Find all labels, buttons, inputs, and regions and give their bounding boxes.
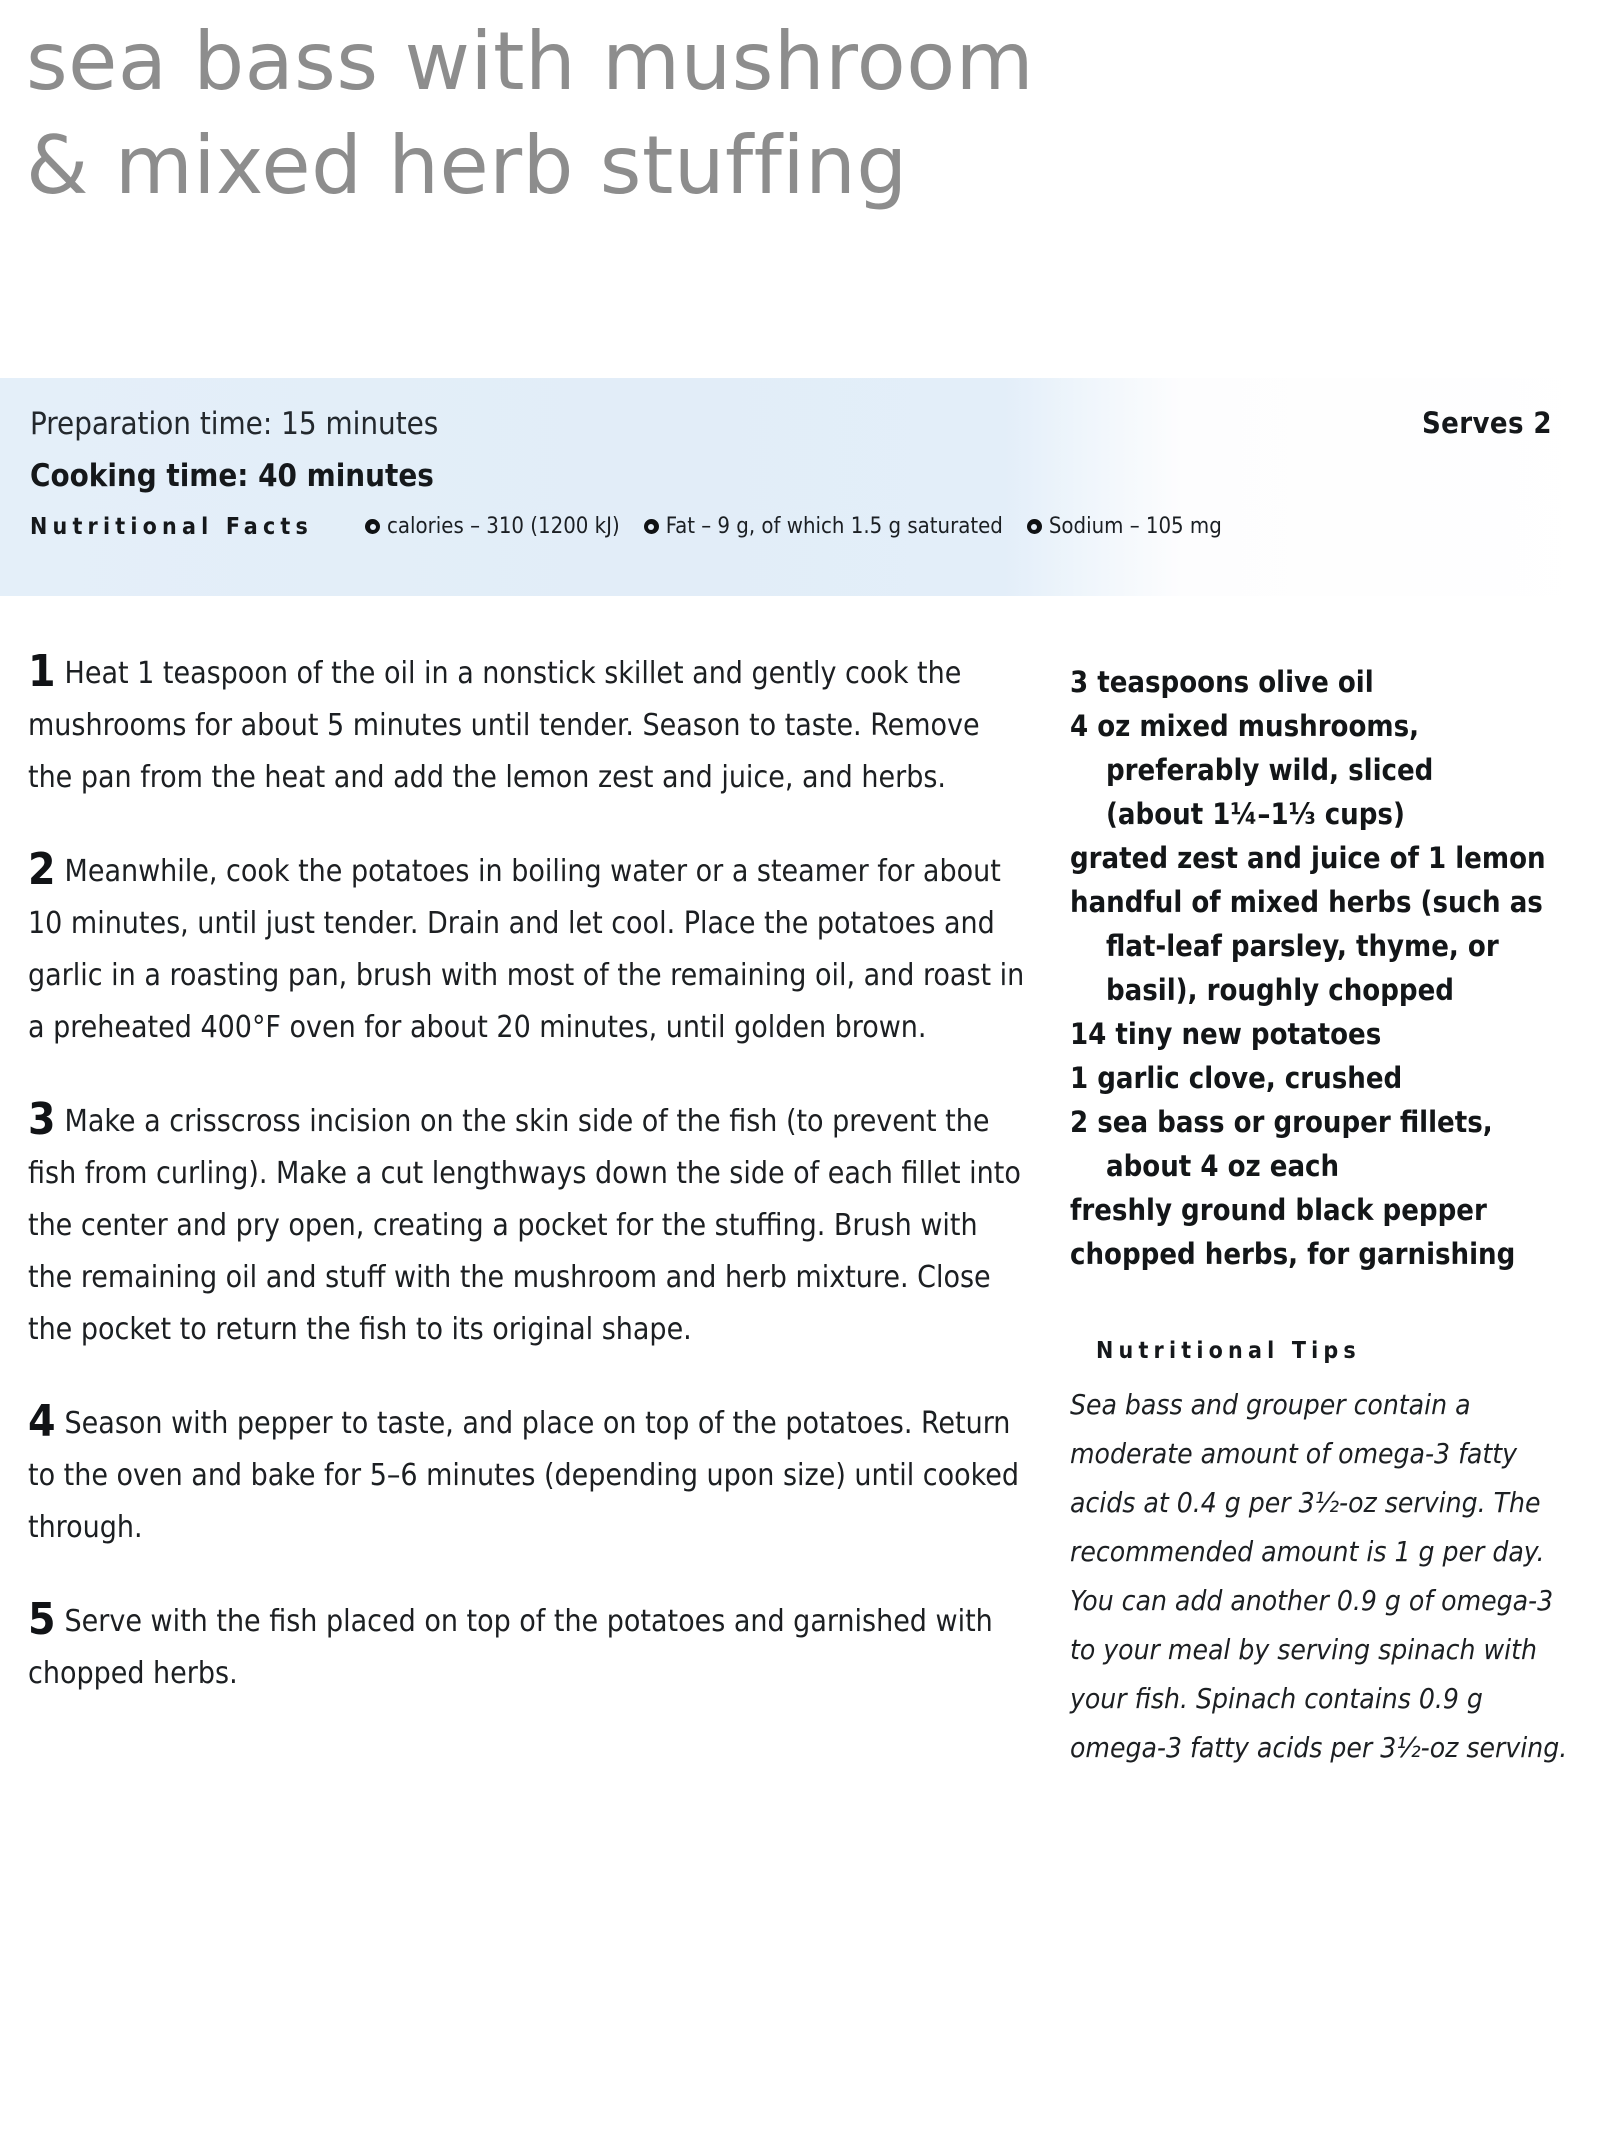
step-number: 3 (28, 1094, 56, 1145)
nutrition-fact-text: Sodium – 105 mg (1048, 514, 1222, 539)
nutritional-tips-section: Nutritional Tips Sea bass and grouper co… (1070, 1338, 1570, 1772)
ingredient-text: 1 garlic clove, crushed (1070, 1061, 1403, 1095)
recipe-title: sea bass with mushroom & mixed herb stuf… (26, 10, 1446, 218)
ingredient-continuation: flat-leaf parsley, thyme, or (1106, 929, 1499, 963)
step-text: Serve with the fish placed on top of the… (28, 1604, 993, 1691)
ingredient-text: grated zest and juice of 1 lemon (1070, 841, 1546, 875)
ingredient-continuation: (about 1¼–1⅓ cups) (1106, 797, 1405, 831)
nutrition-fact-fat: Fat – 9 g, of which 1.5 g saturated (643, 514, 1003, 539)
method-step: 3 Make a crisscross incision on the skin … (28, 1096, 1028, 1356)
nutrition-fact-calories: calories – 310 (1200 kJ) (365, 514, 620, 539)
banner-content: Preparation time: 15 minutes Cooking tim… (30, 378, 1590, 596)
step-number: 4 (28, 1396, 56, 1447)
step-number: 2 (28, 844, 56, 895)
ingredient-text: handful of mixed herbs (such as (1070, 885, 1543, 919)
ingredient-item: handful of mixed herbs (such as flat-lea… (1070, 880, 1570, 1012)
ingredient-item: grated zest and juice of 1 lemon (1070, 836, 1570, 880)
nutritional-facts-row: Nutritional Facts calories – 310 (1200 k… (30, 514, 1590, 554)
preparation-time: Preparation time: 15 minutes (30, 406, 439, 442)
recipe-title-line-1: sea bass with mushroom (26, 15, 1035, 108)
recipe-title-line-2: & mixed herb stuffing (26, 119, 908, 212)
step-text: Meanwhile, cook the potatoes in boiling … (28, 854, 1025, 1045)
ingredient-item: 2 sea bass or grouper fillets, about 4 o… (1070, 1100, 1570, 1188)
ingredient-item: 1 garlic clove, crushed (1070, 1056, 1570, 1100)
nutrition-fact-text: calories – 310 (1200 kJ) (387, 514, 620, 539)
ingredient-text: freshly ground black pepper (1070, 1193, 1487, 1227)
nutrition-fact-text: Fat – 9 g, of which 1.5 g saturated (665, 514, 1003, 539)
ingredient-continuation: about 4 oz each (1106, 1149, 1340, 1183)
ingredient-item: freshly ground black pepper (1070, 1188, 1570, 1232)
ingredient-text: 2 sea bass or grouper fillets, (1070, 1105, 1493, 1139)
ingredient-item: 14 tiny new potatoes (1070, 1012, 1570, 1056)
nutritional-tips-heading: Nutritional Tips (1096, 1338, 1361, 1364)
recipe-info-banner: Preparation time: 15 minutes Cooking tim… (0, 378, 1620, 596)
step-text: Make a crisscross incision on the skin s… (28, 1104, 1021, 1347)
method-step: 4 Season with pepper to taste, and place … (28, 1398, 1028, 1554)
nutrition-fact-sodium: Sodium – 105 mg (1026, 514, 1222, 539)
step-text: Heat 1 teaspoon of the oil in a nonstick… (28, 656, 980, 795)
method-step: 5 Serve with the fish placed on top of th… (28, 1596, 1028, 1700)
bullet-ring-icon (643, 519, 659, 534)
serves-label: Serves 2 (1421, 406, 1552, 440)
ingredient-text: chopped herbs, for garnishing (1070, 1237, 1516, 1271)
ingredient-item: chopped herbs, for garnishing (1070, 1232, 1570, 1276)
step-number: 1 (28, 646, 56, 697)
nutritional-facts-label: Nutritional Facts (30, 514, 314, 540)
ingredient-continuation: basil), roughly chopped (1106, 973, 1454, 1007)
sidebar-column: 3 teaspoons olive oil 4 oz mixed mushroo… (1070, 660, 1570, 1772)
ingredient-text: 3 teaspoons olive oil (1070, 665, 1374, 699)
step-text: Season with pepper to taste, and place o… (28, 1406, 1019, 1545)
ingredient-text: 4 oz mixed mushrooms, (1070, 709, 1420, 743)
ingredient-continuation: preferably wild, sliced (1106, 753, 1434, 787)
nutritional-tips-body: Sea bass and grouper contain a moderate … (1070, 1388, 1568, 1764)
method-step: 2 Meanwhile, cook the potatoes in boiling… (28, 846, 1028, 1054)
ingredients-list: 3 teaspoons olive oil 4 oz mixed mushroo… (1070, 660, 1570, 1276)
method-steps: 1 Heat 1 teaspoon of the oil in a nonstic… (28, 648, 1028, 1742)
method-step: 1 Heat 1 teaspoon of the oil in a nonstic… (28, 648, 1028, 804)
ingredient-item: 3 teaspoons olive oil (1070, 660, 1570, 704)
cooking-time: Cooking time: 40 minutes (30, 458, 434, 494)
step-number: 5 (28, 1594, 56, 1645)
ingredient-item: 4 oz mixed mushrooms, preferably wild, s… (1070, 704, 1570, 836)
bullet-ring-icon (365, 519, 381, 534)
ingredient-text: 14 tiny new potatoes (1070, 1017, 1382, 1051)
bullet-ring-icon (1026, 519, 1042, 534)
